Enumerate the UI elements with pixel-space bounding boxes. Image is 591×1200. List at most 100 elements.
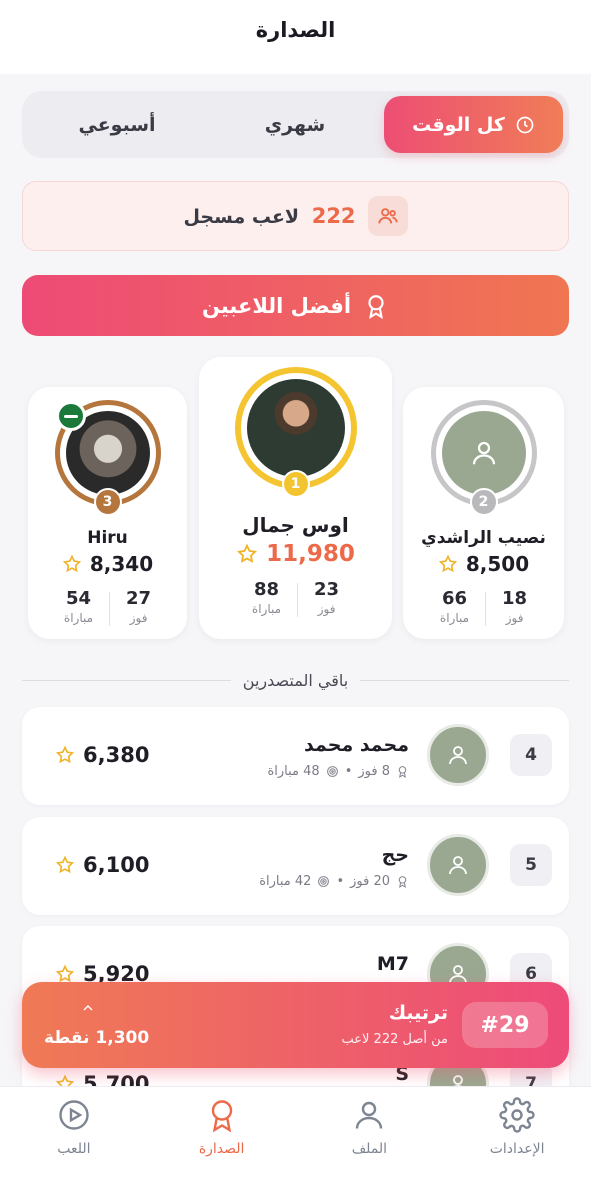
list-item[interactable]: 5 حج 20 فوز • 42 مباراة 6,100 [22, 817, 569, 915]
player-name: Hiru [87, 528, 128, 548]
star-icon [55, 855, 75, 874]
registered-label: لاعب مسجل [183, 206, 300, 228]
period-tabs: كل الوقت شهري أسبوعي [22, 91, 569, 158]
matches-label: مباراة [63, 611, 94, 625]
wins-label: فوز [129, 611, 148, 625]
page-title: الصدارة [255, 18, 336, 42]
wins-stat: 18 فوز [502, 588, 527, 625]
star-icon [55, 745, 75, 764]
player-score: 6,380 [55, 743, 149, 767]
my-rank-badge: #29 [462, 1002, 548, 1048]
stat-divider [297, 583, 299, 617]
nav-label: اللعب [57, 1141, 91, 1157]
player-meta: 20 فوز • 42 مباراة [259, 874, 409, 889]
player-name: اوس جمال [242, 513, 349, 537]
avatar: 1 [234, 367, 357, 498]
rank-badge: 2 [469, 488, 498, 516]
user-placeholder-icon [427, 724, 489, 786]
user-icon [356, 1101, 383, 1129]
my-rank-bar[interactable]: #29 ترتيبك من أصل 222 لاعب 1,300 نقطة [22, 982, 569, 1068]
clock-icon [516, 116, 534, 133]
score-value: 6,380 [83, 743, 150, 767]
dot-separator: • [344, 764, 353, 779]
matches-stat: 66 مباراة [440, 588, 469, 625]
tab-label: أسبوعي [78, 113, 156, 136]
users-icon [367, 196, 408, 236]
section-title: باقي المتصدرين [242, 670, 349, 690]
rank-badge: 1 [281, 470, 310, 498]
target-icon [326, 766, 338, 777]
top-bar: الصدارة [0, 0, 591, 74]
my-rank-title: ترتيبك [388, 1002, 448, 1024]
nav-label: الصدارة [198, 1141, 245, 1157]
star-icon [237, 543, 258, 563]
score-value: 11,980 [266, 541, 355, 567]
wins-stat: 27 فوز [126, 588, 151, 625]
divider-line [360, 679, 569, 681]
nav-item-profile[interactable]: الملف [296, 1087, 444, 1200]
wins-text: 20 فوز [350, 874, 390, 889]
player-name: M7 [376, 953, 409, 975]
matches-text: 48 مباراة [267, 764, 320, 779]
star-icon [55, 964, 75, 983]
matches-text: 42 مباراة [259, 874, 312, 889]
score-value: 8,340 [89, 552, 154, 576]
wins-stat: 23 فوز [314, 579, 339, 616]
player-meta: 8 فوز • 48 مباراة [267, 764, 409, 779]
wins-text: 8 فوز [358, 764, 390, 779]
wins-label: فوز [317, 602, 336, 616]
matches-value: 88 [253, 579, 279, 600]
matches-stat: 88 مباراة [252, 579, 281, 616]
tab-weekly[interactable]: أسبوعي [28, 96, 206, 153]
nav-item-play[interactable]: اللعب [0, 1087, 148, 1200]
dot-separator: • [336, 874, 345, 889]
avatar: 2 [430, 400, 537, 516]
play-icon [59, 1100, 89, 1130]
best-players-banner: أفضل اللاعبين [22, 275, 569, 336]
medal-icon [398, 876, 407, 888]
chevron-up-icon[interactable] [80, 1000, 96, 1016]
tab-all-time[interactable]: كل الوقت [384, 96, 563, 153]
player-stats: 27 فوز 54 مباراة [64, 588, 151, 626]
user-placeholder-icon [441, 411, 526, 495]
tab-label: كل الوقت [412, 113, 505, 136]
podium-card-first[interactable]: 1 اوس جمال 11,980 23 فوز 88 مباراة [199, 357, 392, 639]
nav-label: الإعدادات [489, 1141, 545, 1157]
user-placeholder-icon [427, 834, 489, 896]
tab-label: شهري [264, 113, 326, 136]
tab-monthly[interactable]: شهري [206, 96, 384, 153]
list-item[interactable]: 4 محمد محمد 8 فوز • 48 مباراة 6,380 [22, 707, 569, 805]
wins-value: 27 [126, 588, 152, 609]
player-stats: 23 فوز 88 مباراة [252, 579, 339, 617]
rank-number: 5 [510, 844, 552, 886]
rank-number: 4 [510, 734, 552, 776]
podium-card-second[interactable]: 2 نصيب الراشدي 8,500 18 فوز 66 مباراة [403, 387, 564, 639]
nav-item-leaderboard[interactable]: الصدارة [148, 1087, 296, 1200]
target-icon [318, 876, 330, 887]
nav-item-settings[interactable]: الإعدادات [443, 1087, 591, 1200]
player-stats: 18 فوز 66 مباراة [440, 588, 527, 626]
stat-divider [485, 592, 487, 626]
star-icon [438, 554, 457, 573]
best-players-label: أفضل اللاعبين [201, 293, 352, 318]
player-name: محمد محمد [304, 734, 409, 756]
score-value: 6,100 [83, 853, 150, 877]
wins-value: 23 [314, 579, 340, 600]
player-score: 6,100 [55, 853, 149, 877]
my-rank-subtitle: من أصل 222 لاعب [341, 1032, 448, 1047]
profile-photo [246, 379, 345, 477]
medal-icon [368, 294, 384, 319]
registered-text: 222 لاعب مسجل [183, 204, 355, 228]
nav-label: الملف [351, 1141, 388, 1157]
matches-stat: 54 مباراة [64, 588, 93, 625]
matches-value: 66 [441, 588, 467, 609]
podium-card-third[interactable]: 3 Hiru 8,340 27 فوز 54 مباراة [28, 387, 187, 639]
bottom-nav: الإعدادات الملف الصدارة اللعب [0, 1086, 591, 1200]
registered-count-box: 222 لاعب مسجل [22, 181, 569, 251]
section-divider: باقي المتصدرين [22, 668, 569, 692]
score-value: 8,500 [465, 552, 530, 576]
player-name: نصيب الراشدي [421, 528, 546, 548]
player-score: 8,340 [62, 552, 153, 576]
player-name: حج [381, 844, 409, 866]
matches-label: مباراة [251, 602, 282, 616]
